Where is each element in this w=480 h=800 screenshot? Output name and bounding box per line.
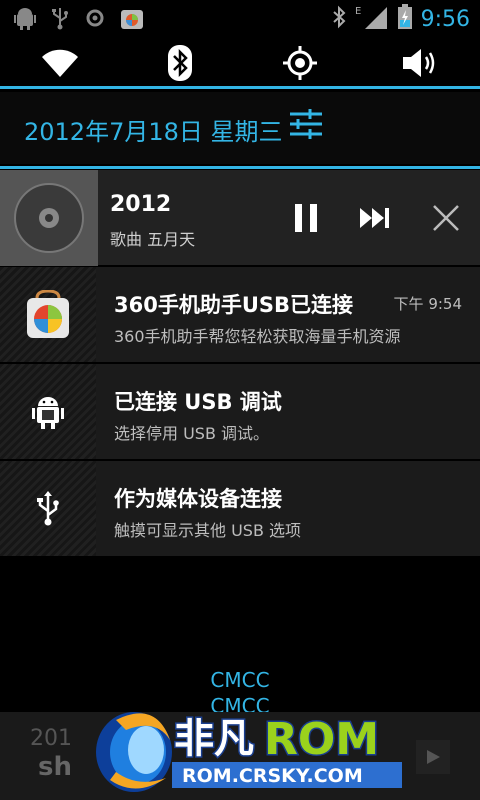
quick-toggles — [0, 38, 480, 88]
notification-icon-box — [0, 364, 96, 459]
music-subtitle: 歌曲 五月天 — [110, 230, 196, 249]
usb-icon — [50, 6, 70, 34]
notification-subtitle: 选择停用 USB 调试。 — [114, 424, 270, 443]
date-text: 2012年7月18日 星期三 — [24, 118, 283, 146]
divider — [0, 86, 480, 89]
notification-time: 下午 9:54 — [393, 295, 462, 313]
notification-icon-box — [0, 267, 96, 362]
close-icon — [433, 205, 459, 231]
watermark-fragment: 201 — [30, 726, 72, 751]
notification-title: 已连接 USB 调试 — [114, 390, 282, 414]
bluetooth-toggle[interactable] — [150, 41, 210, 85]
wifi-icon — [42, 49, 78, 77]
status-right-icons: E 9:56 — [331, 4, 470, 34]
sound-toggle[interactable] — [390, 41, 450, 85]
sync-icon — [84, 7, 106, 33]
status-bar: E 9:56 — [0, 0, 480, 38]
next-button[interactable] — [352, 194, 400, 242]
svg-text:E: E — [355, 6, 361, 17]
signal-icon: E — [355, 4, 389, 34]
bluetooth-icon — [331, 5, 347, 33]
gps-icon — [283, 46, 317, 80]
album-art — [0, 170, 98, 266]
play-button — [416, 740, 450, 774]
notification-title: 360手机助手USB已连接 — [114, 293, 354, 317]
notification-subtitle: 触摸可显示其他 USB 选项 — [114, 521, 302, 540]
svg-text:非凡: 非凡 — [174, 716, 254, 762]
disc-icon — [14, 183, 84, 253]
status-time: 9:56 — [420, 6, 470, 32]
notification-icon-box — [0, 461, 96, 556]
360-assistant-icon — [27, 289, 69, 338]
usb-icon — [37, 490, 59, 525]
notification-title: 作为媒体设备连接 — [114, 487, 282, 511]
pause-icon — [295, 204, 317, 232]
wifi-toggle[interactable] — [30, 41, 90, 85]
android-debug-icon — [32, 396, 64, 429]
settings-sliders-icon — [290, 109, 322, 139]
music-notification[interactable]: 2012 歌曲 五月天 — [0, 170, 480, 266]
app-store-icon — [120, 6, 144, 34]
notification-media-device[interactable]: 作为媒体设备连接 触摸可显示其他 USB 选项 — [0, 461, 480, 557]
pause-button[interactable] — [282, 194, 330, 242]
close-button[interactable] — [422, 194, 470, 242]
notification-360-assistant[interactable]: 360手机助手USB已连接 360手机助手帮您轻松获取海量手机资源 下午 9:5… — [0, 267, 480, 363]
gps-toggle[interactable] — [270, 41, 330, 85]
next-icon — [360, 208, 389, 228]
android-debug-icon — [14, 6, 36, 34]
settings-button[interactable] — [288, 106, 332, 150]
notification-usb-debug[interactable]: 已连接 USB 调试 选择停用 USB 调试。 — [0, 364, 480, 460]
notification-subtitle: 360手机助手帮您轻松获取海量手机资源 — [114, 327, 401, 346]
date-row: 2012年7月18日 星期三 — [0, 92, 480, 164]
bluetooth-icon — [168, 45, 192, 81]
svg-text:ROM.CRSKY.COM: ROM.CRSKY.COM — [182, 765, 363, 787]
svg-text:ROM: ROM — [264, 714, 379, 765]
logo-swirl-icon — [96, 712, 172, 792]
divider — [0, 166, 480, 169]
watermark-logo: 非凡 ROM ROM.CRSKY.COM — [96, 712, 402, 792]
music-title: 2012 — [110, 192, 172, 217]
battery-charging-icon — [397, 4, 413, 34]
carrier-label: CMCC — [210, 668, 270, 692]
volume-icon — [403, 49, 435, 77]
watermark-fragment: sh — [38, 752, 72, 782]
play-icon — [427, 750, 440, 764]
status-left-icons — [14, 6, 144, 34]
